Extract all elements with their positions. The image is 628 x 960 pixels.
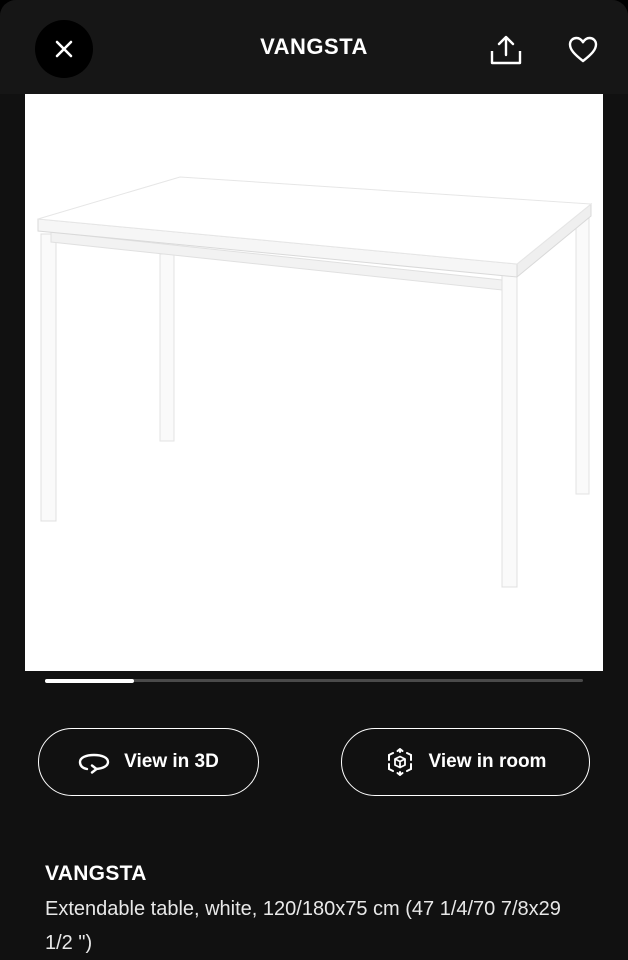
view-in-room-label: View in room — [428, 751, 547, 772]
page-title: VANGSTA — [260, 34, 368, 59]
view-in-room-button[interactable]: View in room — [341, 728, 590, 796]
share-icon — [490, 35, 522, 65]
favorite-button[interactable] — [563, 30, 603, 70]
product-description: Extendable table, white, 120/180x75 cm (… — [45, 898, 561, 954]
gallery-progress-bar — [45, 678, 583, 683]
view-in-3d-button[interactable]: View in 3D — [38, 728, 259, 796]
ar-cube-icon — [387, 748, 412, 776]
view-in-3d-label: View in 3D — [124, 751, 219, 772]
rotate-3d-icon — [78, 753, 110, 774]
share-button[interactable] — [486, 30, 526, 70]
product-screen: VANGSTA View in 3D View in room VANGSTA … — [0, 0, 628, 960]
product-image[interactable] — [25, 94, 603, 671]
product-name: VANGSTA — [45, 862, 147, 885]
gallery-progress-fill — [45, 678, 134, 683]
top-bar: VANGSTA — [0, 0, 628, 94]
heart-icon — [568, 36, 598, 63]
table-illustration — [37, 176, 593, 588]
